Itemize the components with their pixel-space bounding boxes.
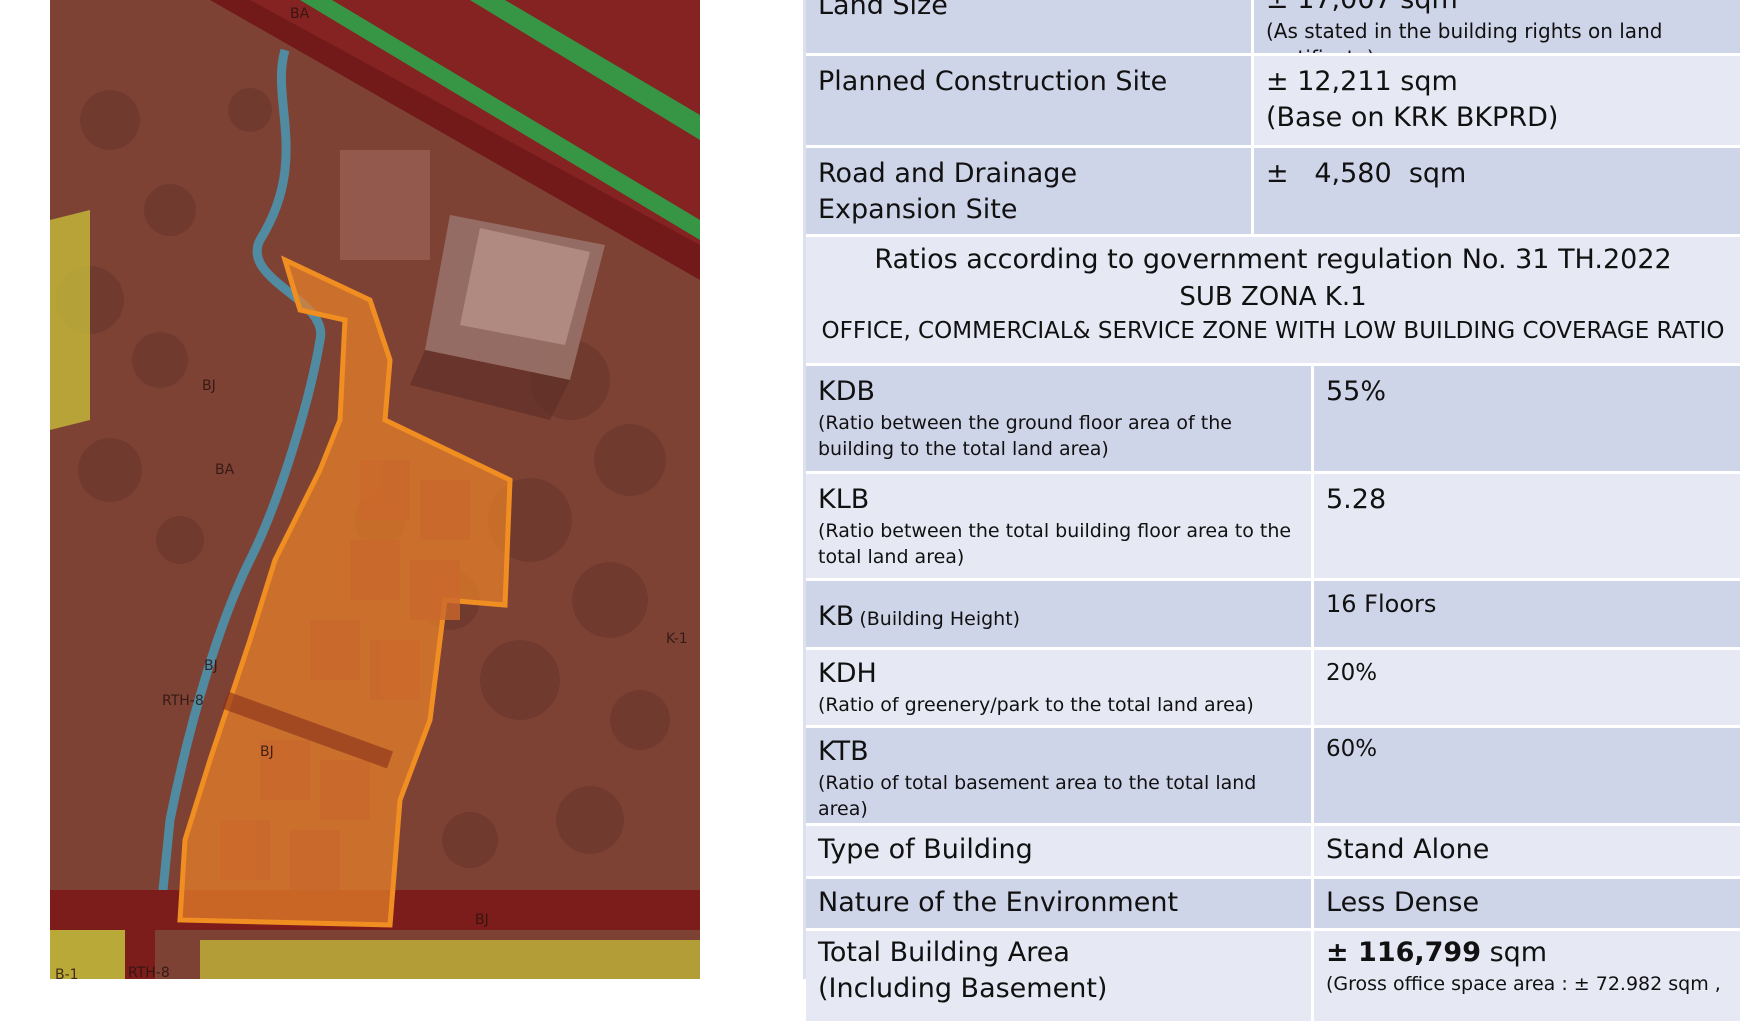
ratios-header-cell: Ratios according to government regulatio… <box>806 237 1740 363</box>
klb-value-cell: 5.28 <box>1314 474 1740 578</box>
planned-site-value-cell: ± 12,211 sqm (Base on KRK BKPRD) <box>1254 56 1740 145</box>
ktb-value: 60% <box>1326 736 1378 762</box>
klb-label: KLB <box>818 484 870 515</box>
row-road-site: Road and Drainage Expansion Site ± 4,580… <box>806 148 1740 237</box>
kb-desc: (Building Height) <box>859 608 1021 630</box>
map-label-bj-bottom: BJ <box>475 912 489 928</box>
row-kb: KB (Building Height) 16 Floors <box>806 581 1740 650</box>
ktb-label: KTB <box>818 736 869 767</box>
row-ratios-header: Ratios according to government regulatio… <box>806 237 1740 366</box>
kb-label-cell: KB (Building Height) <box>806 581 1314 647</box>
klb-label-cell: KLB (Ratio between the total building fl… <box>806 474 1314 578</box>
nature-label-cell: Nature of the Environment <box>806 879 1314 928</box>
map-label-k1: K-1 <box>666 631 688 647</box>
nature-label: Nature of the Environment <box>818 887 1179 918</box>
total-value: ± 116,799 sqm <box>1326 935 1728 971</box>
kb-label: KB <box>818 601 855 632</box>
type-value: Stand Alone <box>1326 834 1490 865</box>
road-site-label: Road and Drainage Expansion Site <box>818 158 1078 225</box>
planned-site-note: (Base on KRK BKPRD) <box>1266 102 1559 133</box>
row-planned-site: Planned Construction Site ± 12,211 sqm (… <box>806 56 1740 148</box>
kdb-label-cell: KDB (Ratio between the ground floor area… <box>806 366 1314 471</box>
row-nature: Nature of the Environment Less Dense <box>806 879 1740 931</box>
land-size-value: ± 17,007 sqm <box>1266 0 1728 18</box>
ratios-title: Ratios according to government regulatio… <box>874 244 1672 275</box>
row-kdb: KDB (Ratio between the ground floor area… <box>806 366 1740 474</box>
planned-site-label-cell: Planned Construction Site <box>806 56 1254 145</box>
land-size-note: (As stated in the building rights on lan… <box>1266 19 1663 53</box>
nature-value: Less Dense <box>1326 887 1480 918</box>
map-label-rth8-bottom: RTH-8 <box>128 965 170 979</box>
site-data-table: Land Size ± 17,007 sqm (As stated in the… <box>806 0 1740 1024</box>
map-label-ba-top: BA <box>290 6 310 22</box>
kdb-label: KDB <box>818 376 876 407</box>
road-site-value: ± 4,580 sqm <box>1266 158 1467 189</box>
total-value-prefix: ± <box>1326 937 1359 968</box>
map-label-bj-inner: BJ <box>260 744 274 760</box>
land-size-label: Land Size <box>818 0 948 21</box>
map-label-bj-mid: BJ <box>202 378 216 394</box>
kdb-value: 55% <box>1326 376 1387 407</box>
row-type: Type of Building Stand Alone <box>806 826 1740 879</box>
kdb-desc: (Ratio between the ground floor area of … <box>818 412 1232 460</box>
row-kdh: KDH (Ratio of greenery/park to the total… <box>806 650 1740 728</box>
map-label-ba-left: BA <box>215 462 235 478</box>
kb-value: 16 Floors <box>1326 590 1437 618</box>
total-label-line1: Total Building Area <box>818 937 1070 968</box>
ratios-zone-desc: OFFICE, COMMERCIAL& SERVICE ZONE WITH LO… <box>821 318 1725 344</box>
ktb-value-cell: 60% <box>1314 728 1740 823</box>
total-label-line2: (Including Basement) <box>818 973 1108 1004</box>
planned-site-label: Planned Construction Site <box>818 66 1168 97</box>
kdb-value-cell: 55% <box>1314 366 1740 471</box>
kdh-label: KDH <box>818 658 877 689</box>
ktb-label-cell: KTB (Ratio of total basement area to the… <box>806 728 1314 823</box>
zoning-map: BA BJ BA K-1 BJ RTH-8 BJ BJ B-1 RTH-8 <box>50 0 700 979</box>
type-value-cell: Stand Alone <box>1314 826 1740 876</box>
kdh-label-cell: KDH (Ratio of greenery/park to the total… <box>806 650 1314 725</box>
klb-desc: (Ratio between the total building floor … <box>818 520 1292 568</box>
road-site-label-cell: Road and Drainage Expansion Site <box>806 148 1254 234</box>
kdh-desc: (Ratio of greenery/park to the total lan… <box>818 694 1254 716</box>
map-label-bj-left: BJ <box>204 658 218 674</box>
planned-site-value: ± 12,211 sqm <box>1266 66 1458 97</box>
total-label-cell: Total Building Area (Including Basement) <box>806 931 1314 1021</box>
klb-value: 5.28 <box>1326 484 1387 515</box>
map-label-b1: B-1 <box>55 967 79 979</box>
row-ktb: KTB (Ratio of total basement area to the… <box>806 728 1740 826</box>
total-note: (Gross office space area : ± 72.982 sqm … <box>1326 973 1721 995</box>
row-total: Total Building Area (Including Basement)… <box>806 931 1740 1024</box>
total-value-cell: ± 116,799 sqm (Gross office space area :… <box>1314 931 1740 1021</box>
ratios-subzone: SUB ZONA K.1 <box>1179 282 1367 312</box>
ktb-desc: (Ratio of total basement area to the tot… <box>818 772 1257 820</box>
land-size-label-cell: Land Size <box>806 0 1254 53</box>
land-size-value-cell: ± 17,007 sqm (As stated in the building … <box>1254 0 1740 53</box>
total-value-number: 116,799 <box>1358 937 1482 968</box>
road-site-value-cell: ± 4,580 sqm <box>1254 148 1740 234</box>
row-land-size: Land Size ± 17,007 sqm (As stated in the… <box>806 0 1740 56</box>
zoning-map-graphic: BA BJ BA K-1 BJ RTH-8 BJ BJ B-1 RTH-8 <box>50 0 700 979</box>
kdh-value: 20% <box>1326 660 1378 686</box>
total-value-unit: sqm <box>1481 937 1548 968</box>
row-klb: KLB (Ratio between the total building fl… <box>806 474 1740 581</box>
kb-value-cell: 16 Floors <box>1314 581 1740 647</box>
map-label-rth8: RTH-8 <box>162 693 204 709</box>
kdh-value-cell: 20% <box>1314 650 1740 725</box>
nature-value-cell: Less Dense <box>1314 879 1740 928</box>
type-label-cell: Type of Building <box>806 826 1314 876</box>
type-label: Type of Building <box>818 834 1033 865</box>
